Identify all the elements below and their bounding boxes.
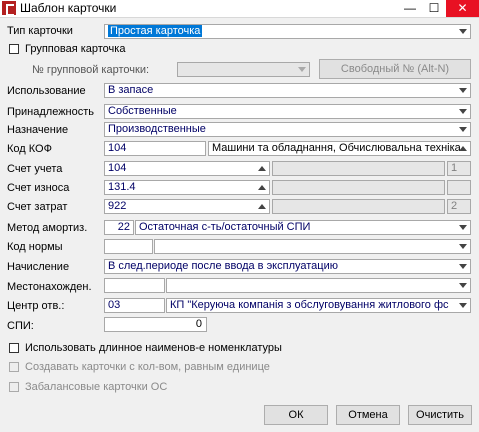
cancel-button[interactable]: Отмена bbox=[336, 405, 400, 425]
amort-name: Остаточная с-ть/остаточный СПИ bbox=[139, 221, 311, 233]
long-name-label: Использовать длинное наименов-е номенкла… bbox=[25, 342, 282, 354]
chevron-down-icon bbox=[459, 283, 467, 288]
account-num-field: 1 bbox=[447, 161, 471, 176]
location-code-field[interactable] bbox=[104, 278, 165, 293]
long-name-checkbox[interactable] bbox=[9, 343, 19, 353]
location-select[interactable] bbox=[166, 278, 471, 293]
chevron-down-icon bbox=[459, 29, 467, 34]
spi-value: 0 bbox=[195, 318, 202, 330]
account-field[interactable]: 104 bbox=[104, 161, 270, 176]
spi-label: СПИ: bbox=[7, 320, 34, 332]
amort-select[interactable]: Остаточная с-ть/остаточный СПИ bbox=[135, 220, 471, 235]
dialog-window: Шаблон карточки — ☐ ✕ Тип карточки Прост… bbox=[0, 0, 479, 432]
cost-num-field: 2 bbox=[447, 199, 471, 214]
purpose-label: Назначение bbox=[7, 124, 69, 136]
cost-name-field bbox=[272, 199, 445, 214]
close-icon[interactable]: ✕ bbox=[446, 0, 479, 17]
create-cards-checkbox bbox=[9, 362, 19, 372]
type-value: Простая карточка bbox=[108, 25, 203, 37]
amort-code: 22 bbox=[117, 221, 130, 233]
chevron-down-icon bbox=[459, 127, 467, 132]
clear-button[interactable]: Очистить bbox=[408, 405, 472, 425]
chevron-up-icon bbox=[459, 146, 467, 151]
group-card-checkbox[interactable] bbox=[9, 44, 19, 54]
account-num: 1 bbox=[451, 162, 458, 174]
wear-value: 131.4 bbox=[108, 181, 136, 193]
ownership-value: Собственные bbox=[108, 105, 177, 117]
center-code: 03 bbox=[108, 299, 121, 311]
chevron-down-icon bbox=[298, 67, 306, 72]
chevron-down-icon bbox=[459, 303, 467, 308]
chevron-down-icon bbox=[459, 264, 467, 269]
offbalance-checkbox bbox=[9, 382, 19, 392]
center-select[interactable]: КП "Керуюча компанія з обслуговування жи… bbox=[166, 298, 471, 313]
free-no-button: Свободный № (Alt-N) bbox=[319, 59, 471, 79]
ok-button[interactable]: ОК bbox=[264, 405, 328, 425]
title-bar: Шаблон карточки — ☐ ✕ bbox=[0, 0, 479, 18]
kof-name: Машини та обладнання, Обчислювальна техн… bbox=[212, 142, 461, 154]
offbalance-label: Забалансовые карточки ОС bbox=[25, 381, 168, 393]
amort-code-field[interactable]: 22 bbox=[104, 220, 134, 235]
group-card-label: Групповая карточка bbox=[25, 43, 126, 55]
ownership-label: Принадлежность bbox=[7, 106, 95, 118]
account-value: 104 bbox=[108, 162, 127, 174]
group-no-select bbox=[177, 62, 310, 77]
usage-value: В запасе bbox=[108, 84, 154, 96]
kof-label: Код КОФ bbox=[7, 143, 52, 155]
center-name: КП "Керуюча компанія з обслуговування жи… bbox=[170, 299, 449, 311]
type-label: Тип карточки bbox=[7, 25, 73, 37]
wear-label: Счет износа bbox=[7, 182, 70, 194]
chevron-down-icon bbox=[459, 244, 467, 249]
group-no-label: № групповой карточки: bbox=[32, 64, 150, 76]
chevron-up-icon bbox=[258, 166, 266, 171]
type-select[interactable]: Простая карточка bbox=[104, 24, 471, 39]
maximize-icon[interactable]: ☐ bbox=[420, 0, 448, 17]
purpose-select[interactable]: Производственные bbox=[104, 122, 471, 137]
cost-field[interactable]: 922 bbox=[104, 199, 270, 214]
account-label: Счет учета bbox=[7, 163, 63, 175]
spi-field[interactable]: 0 bbox=[104, 317, 207, 332]
norm-select[interactable] bbox=[154, 239, 471, 254]
app-icon bbox=[2, 1, 16, 16]
wear-num-field bbox=[447, 180, 471, 195]
usage-select[interactable]: В запасе bbox=[104, 83, 471, 98]
norm-code-field[interactable] bbox=[104, 239, 153, 254]
accrual-select[interactable]: В след.периоде после ввода в эксплуатаци… bbox=[104, 259, 471, 274]
cost-label: Счет затрат bbox=[7, 201, 68, 213]
kof-name-field[interactable]: Машини та обладнання, Обчислювальна техн… bbox=[208, 141, 471, 156]
wear-name-field bbox=[272, 180, 445, 195]
cost-num: 2 bbox=[451, 200, 458, 212]
account-name-field bbox=[272, 161, 445, 176]
accrual-value: В след.периоде после ввода в эксплуатаци… bbox=[108, 260, 338, 272]
center-label: Центр отв.: bbox=[7, 300, 65, 312]
kof-code: 104 bbox=[108, 142, 127, 154]
create-cards-label: Создавать карточки с кол-вом, равным еди… bbox=[25, 361, 270, 373]
purpose-value: Производственные bbox=[108, 123, 206, 135]
chevron-up-icon bbox=[258, 204, 266, 209]
chevron-down-icon bbox=[459, 109, 467, 114]
accrual-label: Начисление bbox=[7, 261, 70, 273]
window-title: Шаблон карточки bbox=[20, 1, 117, 15]
usage-label: Использование bbox=[7, 85, 86, 97]
cost-value: 922 bbox=[108, 200, 127, 212]
chevron-down-icon bbox=[459, 225, 467, 230]
amort-label: Метод амортиз. bbox=[7, 222, 88, 234]
chevron-up-icon bbox=[258, 185, 266, 190]
kof-code-field[interactable]: 104 bbox=[104, 141, 206, 156]
location-label: Местонахожден. bbox=[7, 281, 92, 293]
chevron-down-icon bbox=[459, 88, 467, 93]
ownership-select[interactable]: Собственные bbox=[104, 104, 471, 119]
norm-label: Код нормы bbox=[7, 241, 63, 253]
center-code-field[interactable]: 03 bbox=[104, 298, 165, 313]
wear-field[interactable]: 131.4 bbox=[104, 180, 270, 195]
